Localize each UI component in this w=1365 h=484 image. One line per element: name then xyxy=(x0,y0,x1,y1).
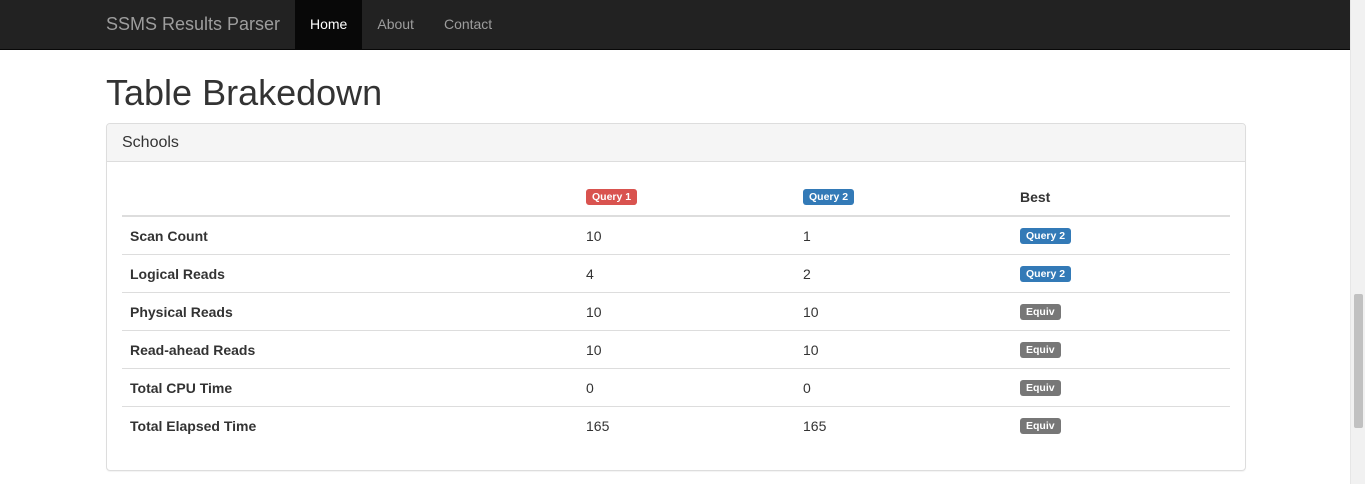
nav-item-home[interactable]: Home xyxy=(295,0,363,50)
table-row: Logical Reads 4 2 Query 2 xyxy=(122,254,1230,293)
query2-value: 2 xyxy=(795,254,1012,293)
page-title: Table Brakedown xyxy=(106,72,383,113)
header-metric xyxy=(122,178,578,217)
header-query1: Query 1 xyxy=(578,178,795,217)
query1-value: 10 xyxy=(578,330,795,369)
navbar-menu: Home About Contact xyxy=(295,0,507,50)
best-cell: Equiv xyxy=(1012,368,1230,407)
query2-badge: Query 2 xyxy=(803,188,855,206)
query1-value: 0 xyxy=(578,368,795,407)
query2-value: 10 xyxy=(795,292,1012,331)
header-best: Best xyxy=(1012,178,1230,217)
query1-value: 10 xyxy=(586,227,602,244)
navbar-brand[interactable]: SSMS Results Parser xyxy=(106,0,280,50)
metric-label: Total CPU Time xyxy=(122,368,578,407)
table-row: Total Elapsed Time 165 165 Equiv xyxy=(122,406,1230,444)
table-row: Total CPU Time 0 0 Equiv xyxy=(122,368,1230,407)
top-navbar: SSMS Results Parser Home About Contact xyxy=(0,0,1365,50)
query1-value: 10 xyxy=(578,292,795,331)
best-cell: Equiv xyxy=(1012,330,1230,369)
results-table: Query 1 Query 2 Best Scan Count 10 1 Que… xyxy=(122,178,1230,444)
best-badge: Equiv xyxy=(1020,341,1061,359)
query2-value: 0 xyxy=(795,368,1012,407)
best-cell: Query 2 xyxy=(1012,254,1230,293)
metric-label: Total Elapsed Time xyxy=(122,406,578,444)
query1-value: 165 xyxy=(578,406,795,444)
metric-label: Physical Reads xyxy=(122,292,578,331)
best-cell: Equiv xyxy=(1012,406,1230,444)
query1-badge: Query 1 xyxy=(586,188,638,206)
nav-item-about[interactable]: About xyxy=(362,0,429,50)
panel-heading: Schools xyxy=(107,124,1245,162)
best-badge: Query 2 xyxy=(1020,227,1072,245)
table-row: Scan Count 10 1 Query 2 xyxy=(122,216,1230,255)
best-cell: Query 2 xyxy=(1012,216,1230,255)
best-cell: Equiv xyxy=(1012,292,1230,331)
header-query2: Query 2 xyxy=(795,178,1012,217)
vertical-scrollbar[interactable] xyxy=(1350,0,1365,484)
scrollbar-thumb[interactable] xyxy=(1354,294,1363,428)
best-badge: Query 2 xyxy=(1020,265,1072,283)
query2-value: 1 xyxy=(803,227,811,244)
table-header-row: Query 1 Query 2 Best xyxy=(122,178,1230,217)
query2-value: 10 xyxy=(795,330,1012,369)
best-badge: Equiv xyxy=(1020,417,1061,435)
query2-value: 165 xyxy=(795,406,1012,444)
table-row: Physical Reads 10 10 Equiv xyxy=(122,292,1230,331)
nav-item-contact[interactable]: Contact xyxy=(429,0,507,50)
metric-label: Scan Count xyxy=(130,227,208,244)
query1-value: 4 xyxy=(578,254,795,293)
table-row: Read-ahead Reads 10 10 Equiv xyxy=(122,330,1230,369)
schools-panel: Schools Query 1 Query 2 Best Scan Count … xyxy=(106,123,1246,471)
best-badge: Equiv xyxy=(1020,303,1061,321)
best-badge: Equiv xyxy=(1020,379,1061,397)
metric-label: Logical Reads xyxy=(122,254,578,293)
metric-label: Read-ahead Reads xyxy=(122,330,578,369)
